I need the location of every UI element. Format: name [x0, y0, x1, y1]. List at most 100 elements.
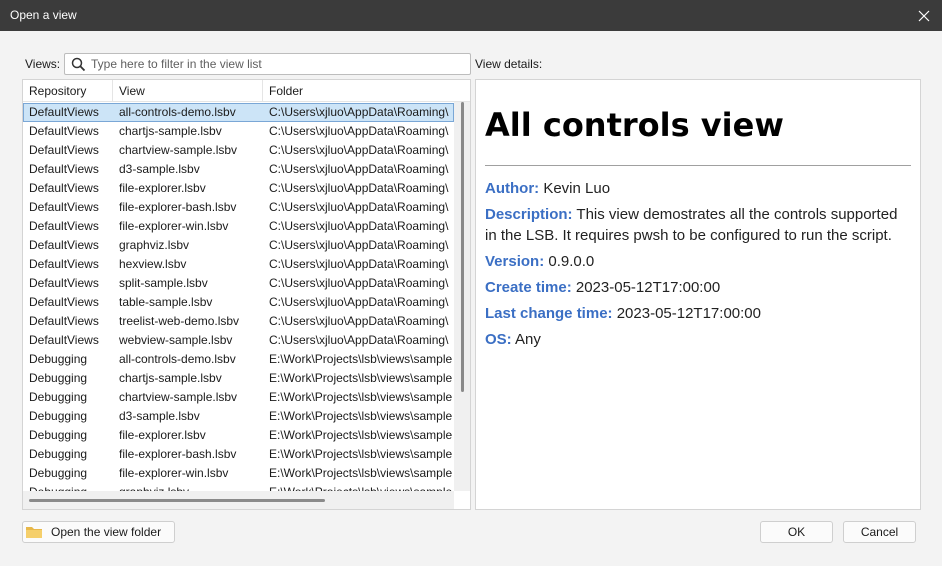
folder-icon: [26, 527, 42, 538]
view-cell: hexview.lsbv: [119, 257, 187, 271]
repository-cell: DefaultViews: [29, 105, 99, 119]
table-row[interactable]: DefaultViews graphviz.lsbv C:\Users\xjluo\…: [23, 236, 454, 255]
repository-cell: DefaultViews: [29, 238, 99, 252]
table-row[interactable]: Debugging d3-sample.lsbv E:\Work\Projects\…: [23, 407, 454, 426]
repository-cell: DefaultViews: [29, 333, 99, 347]
vertical-scrollbar[interactable]: [454, 102, 470, 491]
view-details-panel: All controls view Author: Kevin Luo Desc…: [475, 79, 921, 510]
repository-cell: DefaultViews: [29, 219, 99, 233]
repository-cell: DefaultViews: [29, 162, 99, 176]
close-button[interactable]: [906, 0, 942, 31]
description-key: Description:: [485, 206, 573, 223]
view-cell: webview-sample.lsbv: [119, 333, 233, 347]
view-cell: table-sample.lsbv: [119, 295, 213, 309]
create-time-row: Create time: 2023-05-12T17:00:00: [485, 277, 911, 298]
horizontal-scroll-thumb[interactable]: [29, 499, 325, 502]
repository-cell: DefaultViews: [29, 124, 99, 138]
table-row[interactable]: DefaultViews split-sample.lsbv C:\Users\xj…: [23, 274, 454, 293]
folder-cell: C:\Users\xjluo\AppData\Roaming\: [269, 295, 449, 309]
view-cell: all-controls-demo.lsbv: [119, 105, 236, 119]
ok-button[interactable]: OK: [760, 521, 833, 543]
table-row[interactable]: DefaultViews treelist-web-demo.lsbv C:\Use…: [23, 312, 454, 331]
folder-cell: C:\Users\xjluo\AppData\Roaming\: [269, 124, 449, 138]
open-view-folder-button[interactable]: Open the view folder: [22, 521, 175, 543]
folder-cell: E:\Work\Projects\lsb\views\sample: [269, 390, 453, 404]
view-list[interactable]: Repository View Folder DefaultViews all-c…: [22, 79, 471, 510]
view-cell: treelist-web-demo.lsbv: [119, 314, 240, 328]
table-row[interactable]: DefaultViews file-explorer.lsbv C:\Users\x…: [23, 179, 454, 198]
window-title: Open a view: [10, 8, 77, 22]
view-cell: chartjs-sample.lsbv: [119, 371, 222, 385]
view-cell: file-explorer-bash.lsbv: [119, 447, 237, 461]
author-row: Author: Kevin Luo: [485, 178, 911, 199]
view-cell: graphviz.lsbv: [119, 238, 190, 252]
filter-input[interactable]: [91, 56, 466, 72]
vertical-scroll-thumb[interactable]: [461, 102, 464, 392]
view-cell: d3-sample.lsbv: [119, 162, 200, 176]
close-icon: [918, 10, 930, 21]
column-header-folder[interactable]: Folder: [263, 80, 470, 102]
table-row[interactable]: DefaultViews chartview-sample.lsbv C:\User…: [23, 141, 454, 160]
create-time-value: 2023-05-12T17:00:00: [575, 279, 721, 296]
table-row[interactable]: Debugging file-explorer.lsbv E:\Work\Proje…: [23, 426, 454, 445]
table-row[interactable]: Debugging chartjs-sample.lsbv E:\Work\Proj…: [23, 369, 454, 388]
version-row: Version: 0.9.0.0: [485, 251, 911, 272]
cancel-button[interactable]: Cancel: [843, 521, 916, 543]
create-time-key: Create time:: [485, 279, 572, 296]
repository-cell: DefaultViews: [29, 276, 99, 290]
table-row[interactable]: DefaultViews hexview.lsbv C:\Users\xjluo\A…: [23, 255, 454, 274]
folder-cell: C:\Users\xjluo\AppData\Roaming\: [269, 181, 449, 195]
table-row[interactable]: DefaultViews webview-sample.lsbv C:\Users\…: [23, 331, 454, 350]
title-bar: Open a view: [0, 0, 942, 31]
table-row[interactable]: DefaultViews d3-sample.lsbv C:\Users\xjluo…: [23, 160, 454, 179]
folder-cell: C:\Users\xjluo\AppData\Roaming\: [269, 333, 449, 347]
table-row[interactable]: Debugging chartview-sample.lsbv E:\Work\Pr…: [23, 388, 454, 407]
column-header-repository[interactable]: Repository: [23, 80, 113, 102]
table-row[interactable]: Debugging file-explorer-bash.lsbv E:\Work\…: [23, 445, 454, 464]
view-cell: split-sample.lsbv: [119, 276, 208, 290]
repository-cell: Debugging: [23, 483, 113, 491]
repository-cell: Debugging: [29, 428, 88, 442]
folder-cell: C:\Users\xjluo\AppData\Roaming\: [269, 200, 449, 214]
table-row[interactable]: DefaultViews chartjs-sample.lsbv C:\Users\…: [23, 122, 454, 141]
version-key: Version:: [485, 253, 545, 270]
folder-cell: E:\Work\Projects\lsb\views\sample: [269, 371, 453, 385]
table-row[interactable]: DefaultViews file-explorer-win.lsbv C:\Use…: [23, 217, 454, 236]
view-cell: d3-sample.lsbv: [119, 409, 200, 423]
folder-cell: E:\Work\Projects\lsb\views\sample: [269, 447, 453, 461]
open-view-folder-label: Open the view folder: [51, 525, 162, 539]
description-row: Description: This view demostrates all t…: [485, 204, 911, 246]
view-heading: All controls view: [485, 106, 784, 144]
view-cell: chartjs-sample.lsbv: [119, 124, 222, 138]
view-cell: chartview-sample.lsbv: [119, 390, 238, 404]
repository-cell: Debugging: [29, 390, 88, 404]
table-row[interactable]: Debugginggraphviz.lsbvE:\Work\Projects\l…: [23, 483, 454, 491]
view-cell: chartview-sample.lsbv: [119, 143, 238, 157]
filter-box[interactable]: [64, 53, 471, 75]
folder-cell: E:\Work\Projects\lsb\views\sample: [269, 428, 453, 442]
folder-cell: C:\Users\xjluo\AppData\Roaming\: [269, 276, 449, 290]
os-row: OS: Any: [485, 329, 911, 350]
table-row[interactable]: DefaultViews table-sample.lsbv C:\Users\xj…: [23, 293, 454, 312]
repository-cell: DefaultViews: [29, 295, 99, 309]
horizontal-scrollbar[interactable]: [23, 491, 454, 509]
folder-cell: E:\Work\Projects\lsb\views\sample: [269, 409, 453, 423]
table-row[interactable]: Debugging all-controls-demo.lsbv E:\Work\P…: [23, 350, 454, 369]
os-value: Any: [515, 331, 541, 348]
table-row[interactable]: Debugging file-explorer-win.lsbv E:\Work\P…: [23, 464, 454, 483]
repository-cell: Debugging: [29, 371, 88, 385]
view-cell: file-explorer.lsbv: [119, 428, 206, 442]
views-label: Views:: [25, 57, 61, 71]
os-key: OS:: [485, 331, 512, 348]
repository-cell: Debugging: [29, 466, 88, 480]
repository-cell: DefaultViews: [29, 314, 99, 328]
table-row[interactable]: DefaultViews all-controls-demo.lsbv C:\Use…: [23, 103, 454, 122]
folder-cell: E:\Work\Projects\lsb\views\sample: [263, 483, 454, 491]
list-header: Repository View Folder: [23, 80, 470, 102]
table-row[interactable]: DefaultViews file-explorer-bash.lsbv C:\Us…: [23, 198, 454, 217]
column-header-view[interactable]: View: [113, 80, 263, 102]
last-change-time-value: 2023-05-12T17:00:00: [616, 305, 761, 322]
last-change-time-key: Last change time:: [485, 305, 613, 322]
view-cell: all-controls-demo.lsbv: [119, 352, 236, 366]
divider: [485, 165, 911, 166]
